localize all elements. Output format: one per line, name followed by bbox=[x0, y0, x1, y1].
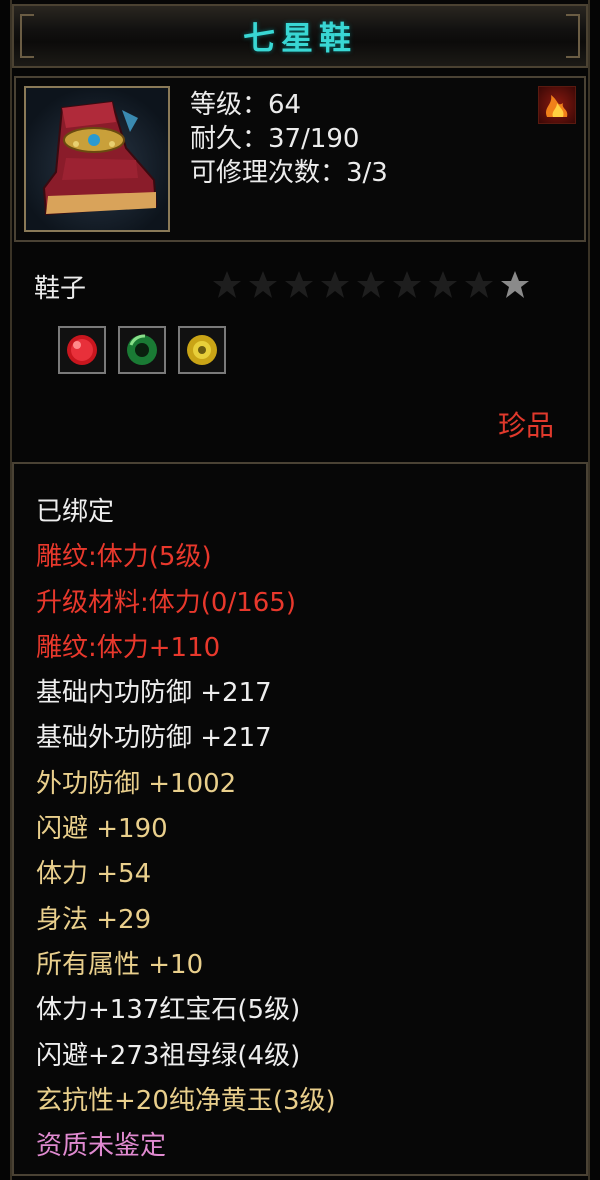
title-bar: 七星鞋 bbox=[12, 4, 588, 68]
attribute-line: 雕纹:体力(5级) bbox=[36, 542, 212, 573]
star-empty-icon bbox=[465, 271, 493, 298]
attribute-line: 已绑定 bbox=[36, 497, 115, 527]
boot-icon bbox=[24, 86, 170, 232]
attribute-line: 闪避+273祖母绿(4级) bbox=[36, 1040, 301, 1071]
star-rating bbox=[210, 268, 532, 302]
attribute-line: 升级材料:体力(0/165) bbox=[36, 587, 296, 618]
star-filled-icon bbox=[501, 271, 529, 298]
star-empty-icon bbox=[357, 271, 385, 298]
attribute-line: 身法 +29 bbox=[36, 904, 152, 935]
attribute-line: 外功防御 +1002 bbox=[36, 768, 237, 799]
attributes-panel: 已绑定雕纹:体力(5级) 升级材料:体力(0/165) 雕纹:体力+110 基础内功防… bbox=[12, 462, 588, 1176]
yellow-jade-gem-icon[interactable] bbox=[178, 326, 226, 374]
flame-icon bbox=[538, 86, 576, 124]
star-empty-icon bbox=[429, 271, 457, 298]
star-empty-icon bbox=[321, 271, 349, 298]
attribute-line: 玄抗性+20纯净黄玉(3级) bbox=[36, 1085, 336, 1116]
rarity-label: 珍品 bbox=[497, 409, 554, 442]
title-ornament-right bbox=[566, 14, 580, 58]
attribute-line: 体力+137红宝石(5级) bbox=[36, 995, 301, 1026]
item-title: 七星鞋 bbox=[242, 19, 357, 57]
attribute-line: 资质未鉴定 bbox=[36, 1131, 167, 1162]
item-type-label: 鞋子 bbox=[34, 274, 87, 304]
star-empty-icon bbox=[249, 271, 277, 298]
item-stats: 等级：64 耐久：37/190 可修理次数：3/3 bbox=[190, 88, 388, 190]
item-header: 等级：64 耐久：37/190 可修理次数：3/3 bbox=[14, 76, 586, 242]
attribute-line: 基础外功防御 +217 bbox=[36, 723, 272, 754]
star-empty-icon bbox=[285, 271, 313, 298]
attribute-line: 雕纹:体力+110 bbox=[36, 632, 221, 663]
repair-count-text: 可修理次数：3/3 bbox=[190, 158, 388, 188]
attribute-line: 体力 +54 bbox=[36, 859, 152, 890]
level-text: 等级：64 bbox=[190, 90, 302, 120]
title-ornament-left bbox=[20, 14, 34, 58]
star-empty-icon bbox=[393, 271, 421, 298]
attribute-line: 基础内功防御 +217 bbox=[36, 678, 272, 709]
star-empty-icon bbox=[213, 271, 241, 298]
attribute-list: 已绑定雕纹:体力(5级) 升级材料:体力(0/165) 雕纹:体力+110 基础内功防… bbox=[36, 490, 336, 1169]
durability-text: 耐久：37/190 bbox=[190, 124, 360, 154]
attribute-line: 所有属性 +10 bbox=[36, 949, 204, 980]
ruby-gem-icon[interactable] bbox=[58, 326, 106, 374]
gem-sockets bbox=[58, 326, 226, 374]
attribute-line: 闪避 +190 bbox=[36, 814, 168, 845]
emerald-gem-icon[interactable] bbox=[118, 326, 166, 374]
